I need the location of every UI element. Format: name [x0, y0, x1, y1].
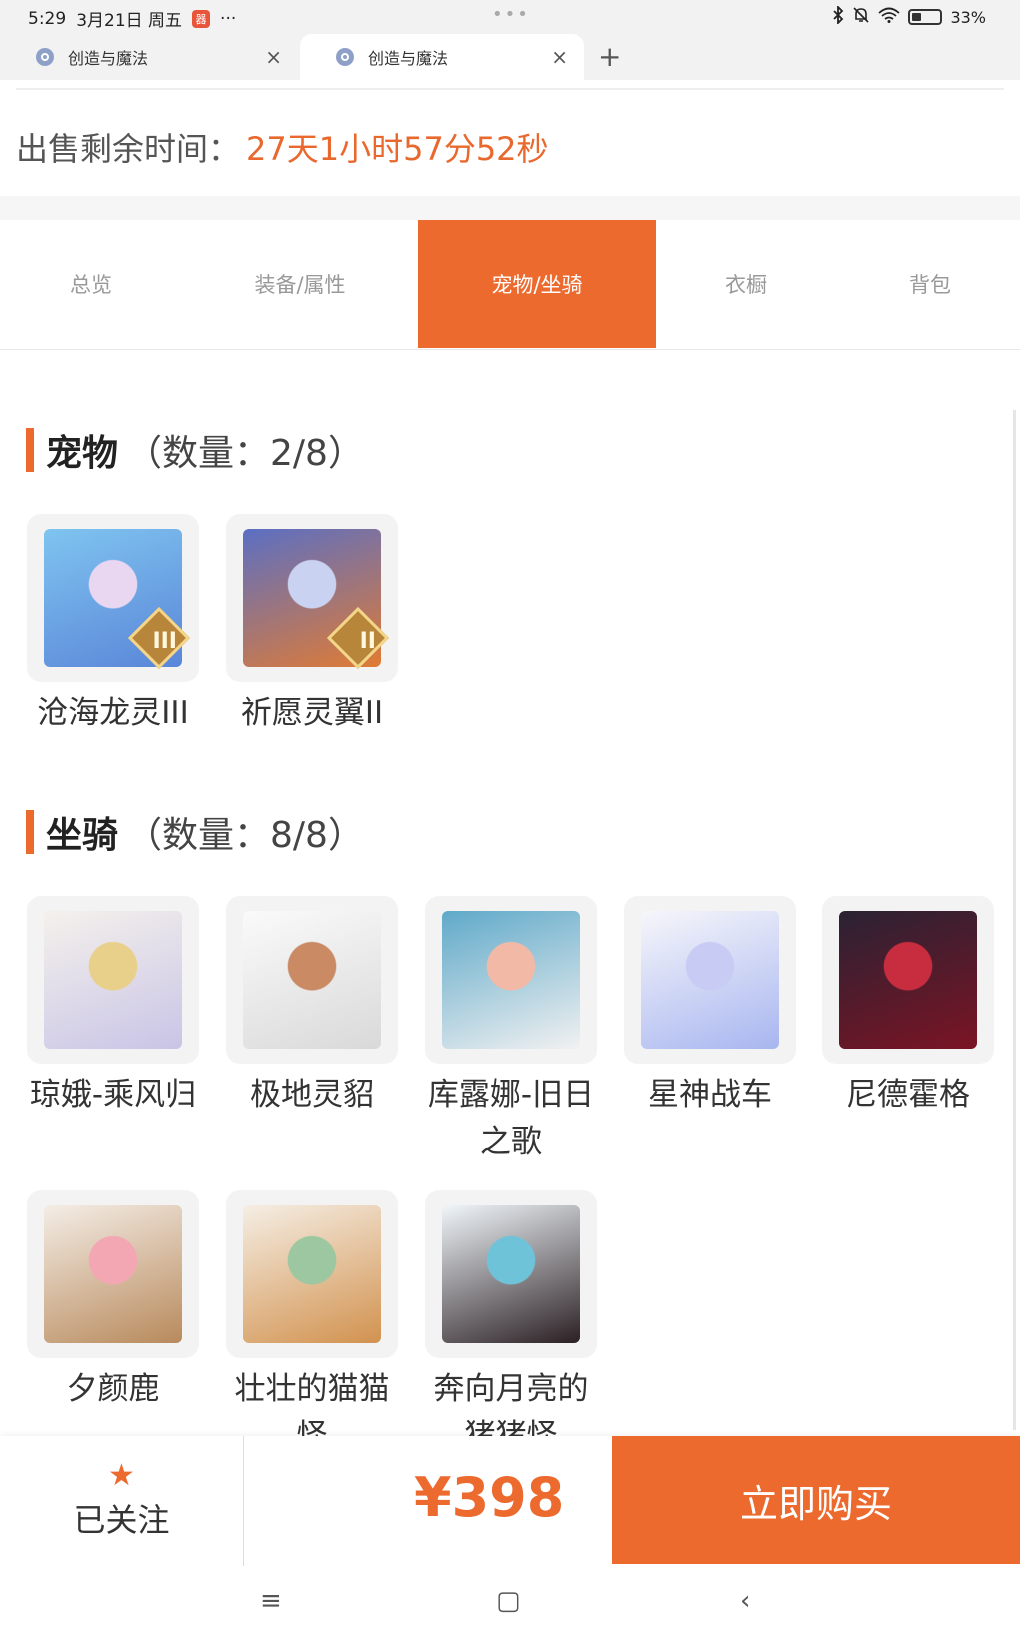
- scrollbar[interactable]: [1013, 410, 1016, 1430]
- browser-tab-title: 创造与魔法: [68, 49, 149, 68]
- mount-thumbnail: [425, 1190, 597, 1358]
- app-notification-icon: 器: [192, 9, 211, 28]
- mount-item[interactable]: 琼娥-乘风归: [27, 896, 199, 1119]
- bottom-action-bar: ★ 已关注 ¥398 立即购买: [0, 1436, 1020, 1566]
- mounts-section-title: 坐骑 （数量：8/8）: [26, 806, 364, 858]
- link-icon: [336, 48, 354, 66]
- mount-portrait-icon: [243, 1205, 381, 1343]
- rank-label: III: [152, 629, 177, 654]
- browser-tab-title: 创造与魔法: [368, 49, 449, 68]
- pets-count: （数量：2/8）: [126, 433, 364, 474]
- wifi-icon: [878, 7, 901, 27]
- mount-thumbnail: [425, 896, 597, 1064]
- mount-thumbnail: [624, 896, 796, 1064]
- new-tab-button[interactable]: +: [598, 40, 621, 73]
- browser-tab-1[interactable]: 创造与魔法 ×: [0, 34, 298, 80]
- mount-item[interactable]: 星神战车: [624, 896, 796, 1119]
- mounts-title: 坐骑: [46, 815, 119, 856]
- pet-item-canghai[interactable]: III 沧海龙灵III: [27, 514, 199, 737]
- mount-portrait-icon: [442, 911, 580, 1049]
- section-gap: [0, 196, 1020, 220]
- mount-name: 琼娥-乘风归: [29, 1077, 197, 1113]
- mute-bell-icon: [852, 6, 870, 28]
- price: ¥398: [414, 1466, 565, 1529]
- mount-name: 极地灵貂: [250, 1077, 374, 1113]
- accent-bar: [26, 428, 34, 472]
- tab-overview[interactable]: 总览: [0, 220, 182, 348]
- sale-remaining-time: 出售剩余时间： 27天1小时57分52秒: [16, 124, 549, 170]
- home-icon[interactable]: ▢: [496, 1586, 521, 1616]
- star-icon: ★: [108, 1458, 135, 1493]
- mount-name: 夕颜鹿: [66, 1371, 160, 1407]
- mount-thumbnail: [226, 896, 398, 1064]
- back-icon[interactable]: ‹: [740, 1586, 750, 1616]
- mount-thumbnail: [822, 896, 994, 1064]
- mount-thumbnail: [27, 896, 199, 1064]
- pet-thumbnail: II: [226, 514, 398, 682]
- mount-name: 库露娜-旧日之歌: [427, 1077, 595, 1160]
- rank-label: II: [359, 629, 376, 654]
- divider: [16, 88, 1004, 90]
- mount-portrait-icon: [44, 1205, 182, 1343]
- accent-bar: [26, 810, 34, 854]
- pet-item-qiyuan[interactable]: II 祈愿灵翼II: [226, 514, 398, 737]
- battery-icon: [908, 9, 943, 25]
- buy-now-button[interactable]: 立即购买: [612, 1436, 1020, 1564]
- tab-backpack[interactable]: 背包: [840, 220, 1020, 348]
- mount-item[interactable]: 夕颜鹿: [27, 1190, 199, 1413]
- follow-label: 已关注: [73, 1501, 170, 1539]
- battery-percent: 33%: [950, 7, 986, 27]
- pet-thumbnail: III: [27, 514, 199, 682]
- mount-portrait-icon: [641, 911, 779, 1049]
- mount-item[interactable]: 尼德霍格: [822, 896, 994, 1119]
- mount-item[interactable]: 库露娜-旧日之歌: [425, 896, 597, 1166]
- mount-portrait-icon: [44, 911, 182, 1049]
- pet-name: 祈愿灵翼II: [240, 695, 384, 731]
- status-right: 33%: [832, 4, 986, 28]
- drag-handle-icon[interactable]: •••: [492, 4, 530, 25]
- mounts-count: （数量：8/8）: [126, 815, 364, 856]
- system-nav-bar: ≡ ▢ ‹: [0, 1566, 1020, 1632]
- pets-section-title: 宠物 （数量：2/8）: [26, 424, 364, 476]
- mount-thumbnail: [226, 1190, 398, 1358]
- mount-name: 星神战车: [648, 1077, 772, 1113]
- mount-portrait-icon: [442, 1205, 580, 1343]
- close-tab-icon[interactable]: ×: [265, 45, 282, 69]
- mount-item[interactable]: 奔向月亮的猪猪怪: [425, 1190, 597, 1460]
- follow-button[interactable]: ★ 已关注: [0, 1436, 244, 1566]
- browser-tab-bar: 创造与魔法 × 创造与魔法 ×: [0, 34, 1020, 80]
- pet-name: 沧海龙灵III: [37, 695, 189, 731]
- sale-time-value: 27天1小时57分52秒: [246, 130, 549, 168]
- tab-wardrobe[interactable]: 衣橱: [656, 220, 836, 348]
- status-left: 5:29 3月21日 周五 器 ···: [28, 6, 237, 32]
- more-notifications-icon: ···: [220, 8, 237, 29]
- close-tab-icon[interactable]: ×: [551, 45, 568, 69]
- status-time: 5:29: [28, 8, 67, 29]
- status-date: 3月21日 周五: [76, 11, 183, 31]
- content-tab-bar: 总览 装备/属性 宠物/坐骑 衣橱 背包: [0, 220, 1020, 350]
- mount-thumbnail: [27, 1190, 199, 1358]
- tab-pets-mounts[interactable]: 宠物/坐骑: [418, 220, 656, 348]
- menu-icon[interactable]: ≡: [260, 1586, 282, 1616]
- mount-portrait-icon: [839, 911, 977, 1049]
- link-icon: [36, 48, 54, 66]
- mount-item[interactable]: 壮壮的猫猫怪: [226, 1190, 398, 1460]
- mount-name: 尼德霍格: [846, 1077, 970, 1113]
- pets-title: 宠物: [46, 433, 119, 474]
- tab-equipment[interactable]: 装备/属性: [200, 220, 400, 348]
- mount-item[interactable]: 极地灵貂: [226, 896, 398, 1119]
- mount-portrait-icon: [243, 911, 381, 1049]
- status-bar: 5:29 3月21日 周五 器 ··· ••• 33%: [0, 0, 1020, 34]
- sale-time-label: 出售剩余时间：: [16, 130, 241, 168]
- bluetooth-icon: [832, 4, 844, 28]
- browser-tab-2[interactable]: 创造与魔法 ×: [300, 34, 584, 80]
